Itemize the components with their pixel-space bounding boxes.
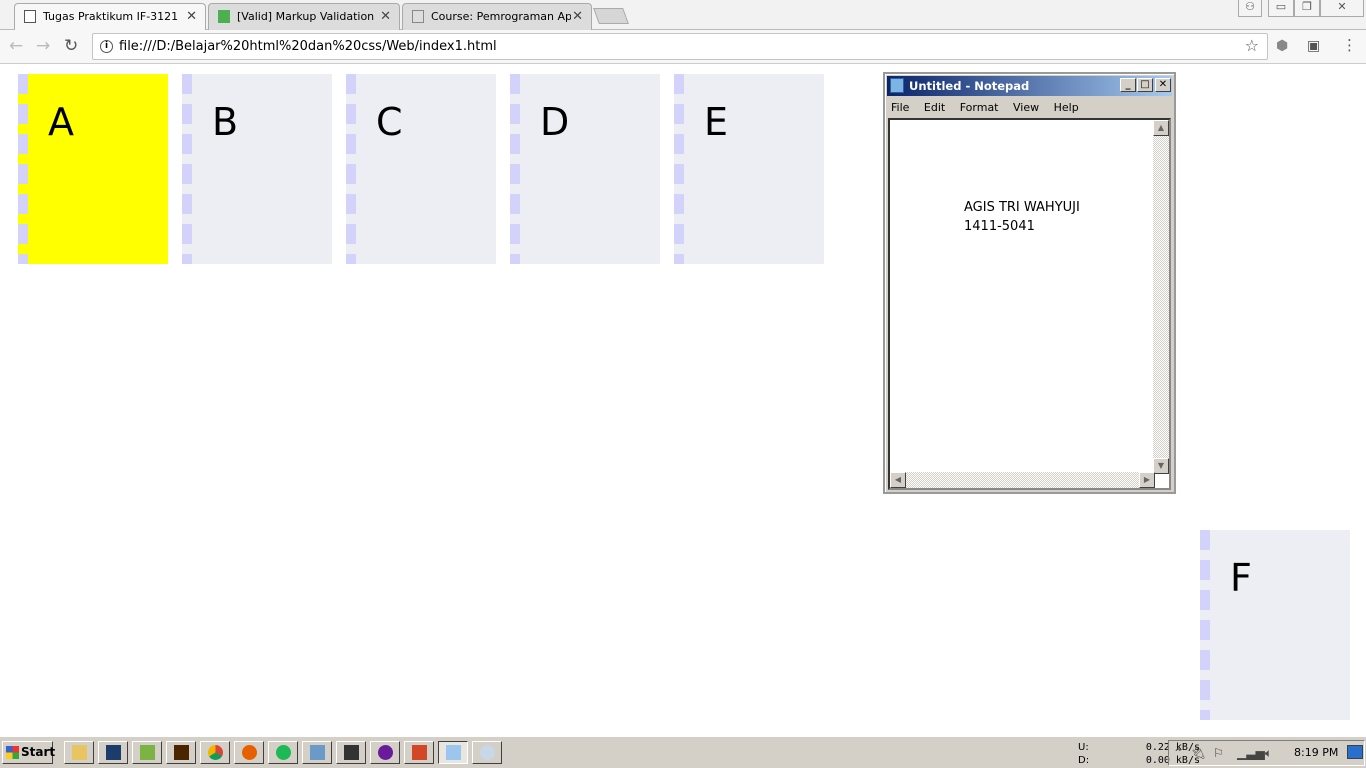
firefox-icon [242, 745, 257, 760]
notepadpp-icon [140, 745, 155, 760]
tab-markup-validation[interactable]: [Valid] Markup Validation of ✕ [208, 3, 400, 30]
notepadpp-taskbar-button[interactable] [132, 741, 162, 764]
scroll-down-icon[interactable]: ▼ [1153, 458, 1169, 474]
notepad-icon [890, 78, 904, 93]
notepad-text-area[interactable]: AGIS TRI WAHYUJI 1411-5041 ▲ ▼ ◀ ▶ [888, 118, 1171, 490]
tab-course[interactable]: Course: Pemrograman Aplik ✕ [402, 3, 592, 30]
minimize-button[interactable]: ▭ [1268, 0, 1294, 17]
scroll-right-icon[interactable]: ▶ [1139, 472, 1155, 488]
system-tray: ⌃ 🔌︎ ⚐ ▁▃▅ 🔈︎ 8:19 PM [1168, 740, 1365, 766]
paint-icon [480, 745, 495, 760]
folder-icon [72, 745, 87, 760]
close-window-button[interactable]: ✕ [1320, 0, 1364, 17]
windows-logo-icon [6, 746, 19, 759]
close-button[interactable]: ✕ [1155, 78, 1171, 92]
menu-format[interactable]: Format [960, 101, 999, 114]
back-icon[interactable]: ← [9, 36, 23, 56]
notepad-menubar: File Edit Format View Help [885, 98, 1174, 116]
powerpoint-taskbar-button[interactable] [404, 741, 434, 764]
vertical-scrollbar[interactable]: ▲ ▼ [1153, 120, 1169, 474]
horizontal-scrollbar[interactable]: ◀ ▶ [890, 472, 1155, 488]
terminal-taskbar-button[interactable] [336, 741, 366, 764]
chrome-taskbar-button[interactable] [200, 741, 230, 764]
extension-icon[interactable]: ⬢ [1276, 38, 1288, 54]
bookmark-star-icon[interactable]: ☆ [1245, 36, 1259, 55]
menu-edit[interactable]: Edit [924, 101, 945, 114]
close-tab-icon[interactable]: ✕ [572, 9, 583, 24]
new-tab-button[interactable] [593, 8, 629, 24]
explorer-taskbar-button[interactable] [64, 741, 94, 764]
restore-button[interactable]: ❐ [1294, 0, 1320, 17]
cast-icon[interactable]: ▣ [1307, 38, 1320, 54]
photoshop-taskbar-button[interactable] [98, 741, 128, 764]
notepad-titlebar[interactable]: Untitled - Notepad _ □ ✕ [887, 76, 1172, 96]
menu-icon[interactable]: ⋮ [1342, 36, 1357, 54]
box-f: F [1200, 530, 1350, 720]
chrome-icon [208, 745, 223, 760]
start-button[interactable]: Start [2, 741, 55, 764]
moodle-favicon-icon [412, 10, 424, 23]
minimize-button[interactable]: _ [1120, 78, 1136, 92]
notepad-content[interactable]: AGIS TRI WAHYUJI 1411-5041 [964, 198, 1080, 236]
power-icon[interactable]: 🔌︎ [1191, 746, 1206, 760]
info-icon[interactable]: i [100, 40, 113, 53]
tab-strip: Tugas Praktikum IF-3121 ✕ [Valid] Markup… [0, 0, 1366, 31]
network-speed: U: 0.22 kB/s D: 0.00 kB/s [1078, 742, 1200, 766]
box-b: B [182, 74, 332, 264]
forward-icon[interactable]: → [36, 36, 50, 56]
menu-file[interactable]: File [891, 101, 909, 114]
image-viewer-taskbar-button[interactable] [302, 741, 332, 764]
picture-icon [310, 745, 325, 760]
browser-toolbar: ← → ↻ i file:///D:/Belajar%20html%20dan%… [0, 30, 1366, 64]
media-player-icon [378, 745, 393, 760]
url-text[interactable]: file:///D:/Belajar%20html%20dan%20css/We… [119, 39, 497, 54]
show-hidden-icons-icon[interactable]: ⌃ [1173, 746, 1183, 760]
photoshop-icon [106, 745, 121, 760]
illustrator-icon [174, 745, 189, 760]
spotify-taskbar-button[interactable] [268, 741, 298, 764]
powerpoint-icon [412, 745, 427, 760]
media-taskbar-button[interactable] [370, 741, 400, 764]
signal-icon[interactable]: ▁▃▅ [1237, 746, 1265, 760]
user-profile-button[interactable]: ⚇ [1238, 0, 1262, 17]
volume-icon[interactable]: 🔈︎ [1265, 746, 1272, 761]
validator-favicon-icon [218, 10, 230, 23]
box-a: A [18, 74, 168, 264]
close-tab-icon[interactable]: ✕ [380, 9, 391, 24]
scroll-up-icon[interactable]: ▲ [1153, 120, 1169, 136]
taskbar: Start U: 0.22 kB/s D: 0.00 kB/s ⌃ 🔌︎ ⚐ ▁▃▅… [0, 736, 1366, 768]
close-tab-icon[interactable]: ✕ [186, 9, 197, 24]
spotify-icon [276, 745, 291, 760]
flag-icon[interactable]: ⚐ [1213, 746, 1224, 760]
box-c: C [346, 74, 496, 264]
reload-icon[interactable]: ↻ [64, 36, 78, 56]
tab-tugas-praktikum[interactable]: Tugas Praktikum IF-3121 ✕ [14, 3, 206, 31]
menu-view[interactable]: View [1013, 101, 1039, 114]
box-e: E [674, 74, 824, 264]
paint-taskbar-button[interactable] [472, 741, 502, 764]
box-d: D [510, 74, 660, 264]
maximize-button[interactable]: □ [1137, 78, 1153, 92]
notepad-taskbar-button[interactable] [438, 741, 468, 764]
scroll-left-icon[interactable]: ◀ [890, 472, 906, 488]
terminal-icon [344, 745, 359, 760]
illustrator-taskbar-button[interactable] [166, 741, 196, 764]
notepad-window: Untitled - Notepad _ □ ✕ File Edit Forma… [883, 72, 1176, 494]
address-bar[interactable]: i file:///D:/Belajar%20html%20dan%20css/… [92, 33, 1268, 60]
clock[interactable]: 8:19 PM [1294, 746, 1338, 759]
show-desktop-icon[interactable] [1347, 745, 1363, 759]
document-icon [24, 10, 36, 23]
notepad-icon [446, 745, 461, 760]
menu-help[interactable]: Help [1054, 101, 1079, 114]
firefox-taskbar-button[interactable] [234, 741, 264, 764]
